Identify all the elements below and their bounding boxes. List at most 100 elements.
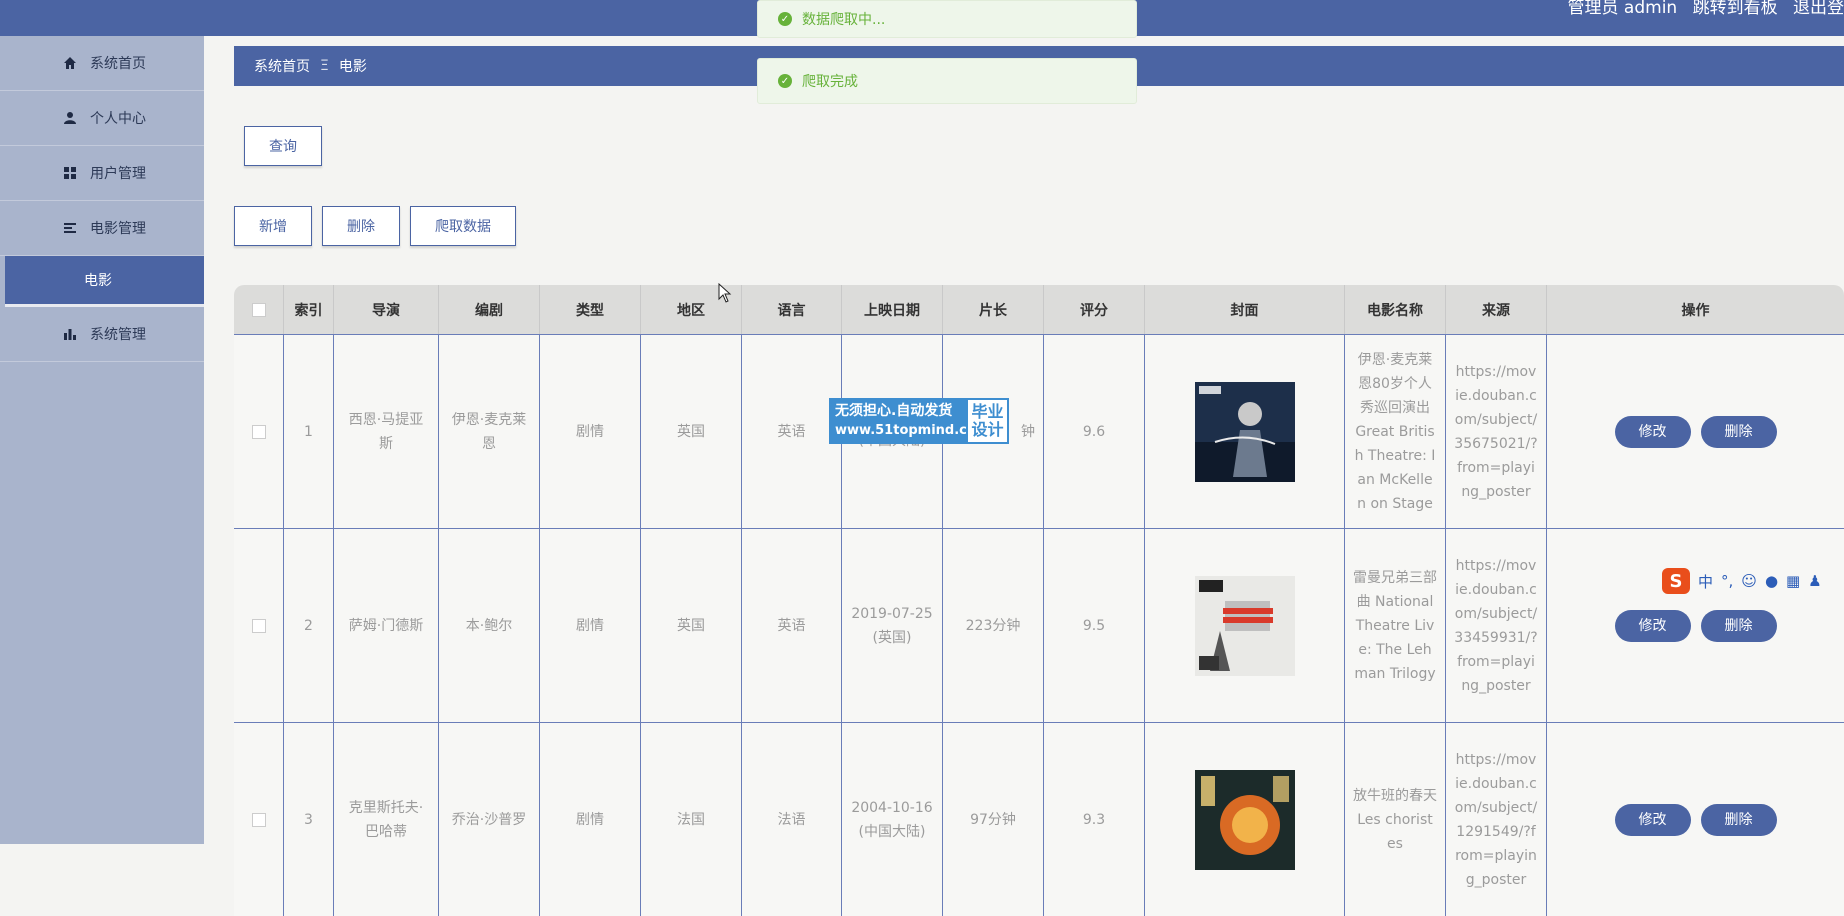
toast-crawling: ✓ 数据爬取中... — [757, 0, 1137, 38]
grid-icon — [62, 165, 78, 181]
sidebar-item-label: 电影管理 — [90, 221, 146, 237]
breadcrumb-home[interactable]: 系统首页 — [254, 56, 310, 76]
cell-director: 萨姆·门德斯 — [334, 529, 439, 722]
cell-actions: 修改 删除 — [1547, 723, 1844, 916]
add-button[interactable]: 新增 — [234, 206, 312, 246]
watermark-banner: 无须担心.自动发货 www.51topmind.com 毕业 设计 — [829, 398, 1009, 444]
cell-language: 法语 — [742, 723, 842, 916]
movie-cover-image — [1194, 769, 1295, 870]
logout-link[interactable]: 退出登 — [1793, 0, 1844, 18]
watermark-badge: 毕业 设计 — [966, 398, 1009, 444]
column-header: 封面 — [1145, 285, 1345, 334]
cell-title: 雷曼兄弟三部曲 National Theatre Live: The Lehma… — [1345, 529, 1446, 722]
movie-table: 索引 导演 编剧 类型 地区 语言 上映日期 片长 评分 封面 电影名称 来源 … — [234, 285, 1844, 916]
sidebar-item-profile[interactable]: 个人中心 — [0, 91, 204, 146]
sidebar-item-label: 系统管理 — [90, 327, 146, 343]
sidebar-item-system[interactable]: 系统管理 — [0, 307, 204, 362]
cell-writer: 乔治·沙普罗 — [439, 723, 540, 916]
sidebar-item-label: 系统首页 — [90, 56, 146, 72]
watermark-url: www.51topmind.com — [835, 423, 990, 438]
column-header: 编剧 — [439, 285, 540, 334]
emoji-icon[interactable]: ☺ — [1741, 572, 1757, 590]
sidebar-item-label: 用户管理 — [90, 166, 146, 182]
column-header: 语言 — [742, 285, 842, 334]
sidebar-item-movies[interactable]: 电影管理 — [0, 201, 204, 256]
admin-label: 管理员 admin — [1567, 0, 1678, 18]
edit-button[interactable]: 修改 — [1614, 415, 1691, 448]
column-header: 电影名称 — [1345, 285, 1446, 334]
cell-actions: 修改 删除 — [1547, 335, 1844, 528]
cell-index: 3 — [284, 723, 334, 916]
toast-done: ✓ 爬取完成 — [757, 58, 1137, 104]
table-header: 索引 导演 编剧 类型 地区 语言 上映日期 片长 评分 封面 电影名称 来源 … — [234, 285, 1844, 334]
row-checkbox[interactable] — [251, 812, 266, 827]
batch-delete-button[interactable]: 删除 — [322, 206, 400, 246]
cell-director: 西恩·马提亚斯 — [334, 335, 439, 528]
sidebar-item-users[interactable]: 用户管理 — [0, 146, 204, 201]
menu-icon — [62, 220, 78, 236]
check-circle-icon: ✓ — [778, 74, 792, 88]
delete-button[interactable]: 删除 — [1700, 415, 1777, 448]
watermark-badge-line1: 毕业 — [971, 402, 1004, 421]
cell-cover — [1145, 723, 1345, 916]
cell-index: 1 — [284, 335, 334, 528]
select-all-cell — [234, 285, 284, 334]
cell-language: 英语 — [742, 529, 842, 722]
column-header: 上映日期 — [842, 285, 943, 334]
edit-button[interactable]: 修改 — [1614, 609, 1691, 642]
table-row: 2 萨姆·门德斯 本·鲍尔 剧情 英国 英语 2019-07-25 (英国) 2… — [234, 528, 1844, 722]
column-header: 类型 — [540, 285, 641, 334]
cell-title: 放牛班的春天 Les choristes — [1345, 723, 1446, 916]
cell-genre: 剧情 — [540, 529, 641, 722]
query-button[interactable]: 查询 — [244, 126, 322, 166]
column-header: 导演 — [334, 285, 439, 334]
keyboard-icon[interactable]: ▦ — [1786, 572, 1800, 590]
ime-mode-label[interactable]: 中 — [1698, 571, 1713, 592]
microphone-icon[interactable]: ● — [1765, 572, 1778, 590]
cell-region: 英国 — [641, 529, 742, 722]
main-content: 系统首页 Ξ 电影 查询 新增 删除 爬取数据 索引 导演 编剧 类型 地区 语… — [204, 36, 1844, 916]
movie-cover-image — [1194, 575, 1295, 676]
column-header: 索引 — [284, 285, 334, 334]
watermark-badge-line2: 设计 — [971, 420, 1004, 439]
row-checkbox[interactable] — [251, 424, 266, 439]
cell-genre: 剧情 — [540, 723, 641, 916]
cell-cover — [1145, 335, 1345, 528]
cell-director: 克里斯托夫·巴哈蒂 — [334, 723, 439, 916]
ime-toolbar[interactable]: S 中 °, ☺ ● ▦ ♟ — [1662, 568, 1822, 594]
cell-source[interactable]: https://movie.douban.com/subject/1291549… — [1446, 723, 1547, 916]
cell-rating: 9.3 — [1044, 723, 1145, 916]
row-select-cell — [234, 723, 284, 916]
sidebar: 系统首页 个人中心 用户管理 电影管理 电影 系统管理 — [0, 36, 204, 844]
sidebar-subitem-movie[interactable]: 电影 — [5, 256, 204, 307]
check-circle-icon: ✓ — [778, 12, 792, 26]
delete-button[interactable]: 删除 — [1700, 803, 1777, 836]
cell-length: 97分钟 — [943, 723, 1044, 916]
home-icon — [62, 55, 78, 71]
board-link[interactable]: 跳转到看板 — [1693, 0, 1778, 18]
row-select-cell — [234, 335, 284, 528]
cell-source[interactable]: https://movie.douban.com/subject/3567502… — [1446, 335, 1547, 528]
cell-writer: 伊恩·麦克莱恩 — [439, 335, 540, 528]
cell-release-date: 2019-07-25 (英国) — [842, 529, 943, 722]
cell-language: 英语 — [742, 335, 842, 528]
cell-region: 法国 — [641, 723, 742, 916]
select-all-checkbox[interactable] — [251, 302, 266, 317]
edit-button[interactable]: 修改 — [1614, 803, 1691, 836]
punctuation-icon[interactable]: °, — [1721, 572, 1733, 590]
cell-length: 223分钟 — [943, 529, 1044, 722]
delete-button[interactable]: 删除 — [1700, 609, 1777, 642]
account-icon[interactable]: ♟ — [1808, 572, 1821, 590]
cell-writer: 本·鲍尔 — [439, 529, 540, 722]
movie-cover-image — [1194, 381, 1295, 482]
cell-source[interactable]: https://movie.douban.com/subject/3345993… — [1446, 529, 1547, 722]
crawl-data-button[interactable]: 爬取数据 — [410, 206, 516, 246]
toast-message: 爬取完成 — [802, 74, 858, 90]
sidebar-item-home[interactable]: 系统首页 — [0, 36, 204, 91]
bar-chart-icon — [62, 326, 78, 342]
cell-cover — [1145, 529, 1345, 722]
cell-genre: 剧情 — [540, 335, 641, 528]
cell-rating: 9.5 — [1044, 529, 1145, 722]
row-checkbox[interactable] — [251, 618, 266, 633]
column-header: 来源 — [1446, 285, 1547, 334]
